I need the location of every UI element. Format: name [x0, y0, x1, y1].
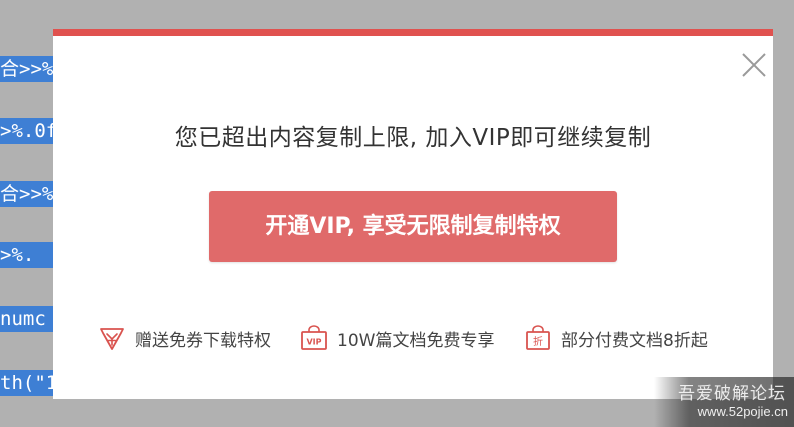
code-line: 合>>%: [0, 56, 59, 82]
watermark-url: www.52pojie.cn: [697, 404, 788, 419]
benefit-label: 赠送免券下载特权: [135, 330, 271, 351]
code-line: >%.: [0, 242, 59, 268]
benefits-list: 赠送免券下载特权 VIP 10W篇文档免费专享 折 部分付费文档8折起: [53, 322, 773, 354]
vip-bag-icon: VIP: [299, 323, 329, 353]
code-line: th("1: [0, 370, 59, 396]
code-line: 合>>%: [0, 181, 59, 207]
close-button[interactable]: [741, 52, 767, 78]
watermark-name: 吾爱破解论坛: [678, 384, 786, 404]
svg-text:VIP: VIP: [306, 338, 321, 347]
gift-ticket-icon: [97, 323, 127, 353]
benefit-label: 部分付费文档8折起: [561, 330, 708, 351]
open-vip-button[interactable]: 开通VIP, 享受无限制复制特权: [209, 191, 617, 262]
benefit-item: 赠送免券下载特权: [97, 322, 271, 354]
discount-bag-icon: 折: [523, 323, 553, 353]
code-line: >%.0f: [0, 118, 59, 144]
vip-upsell-modal: 您已超出内容复制上限, 加入VIP即可继续复制 开通VIP, 享受无限制复制特权…: [53, 29, 773, 399]
close-icon: [742, 53, 766, 77]
site-watermark: 吾爱破解论坛 www.52pojie.cn: [654, 377, 794, 427]
benefit-label: 10W篇文档免费专享: [337, 330, 495, 351]
modal-title: 您已超出内容复制上限, 加入VIP即可继续复制: [174, 125, 652, 151]
benefit-item: 折 部分付费文档8折起: [523, 322, 708, 354]
code-line: numc: [0, 306, 59, 332]
benefit-item: VIP 10W篇文档免费专享: [299, 322, 494, 354]
svg-text:折: 折: [533, 335, 543, 348]
